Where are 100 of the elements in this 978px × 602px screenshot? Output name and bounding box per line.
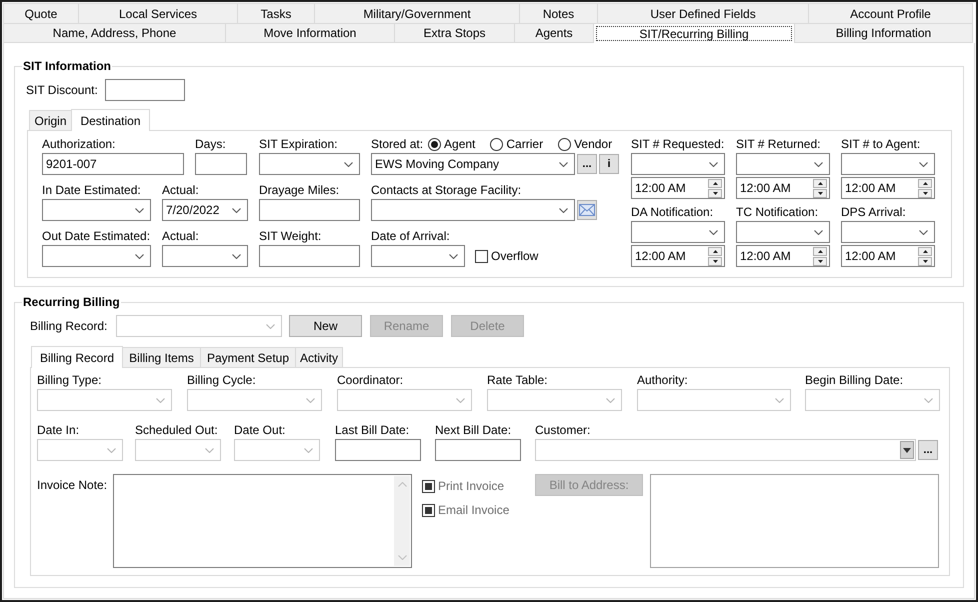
text-field[interactable]: [435, 439, 521, 461]
spin-down-button[interactable]: [813, 188, 827, 198]
tab[interactable]: Activity: [295, 347, 343, 367]
time-field[interactable]: 12:00 AM: [631, 245, 725, 267]
radio-option[interactable]: Agent: [428, 137, 476, 152]
spin-down-button[interactable]: [708, 188, 722, 198]
dropdown[interactable]: EWS Moving Company: [371, 153, 575, 175]
tab[interactable]: Notes: [520, 3, 598, 23]
tab[interactable]: Origin: [29, 110, 72, 130]
more-button[interactable]: ...: [577, 154, 597, 174]
tab[interactable]: Quote: [3, 3, 79, 23]
triangle-down-icon: [712, 192, 718, 194]
time-field[interactable]: 12:00 AM: [736, 245, 830, 267]
chevron-down-icon: [266, 324, 275, 328]
triangle-up-icon: [922, 182, 928, 184]
time-field[interactable]: 12:00 AM: [841, 177, 935, 199]
radio-option[interactable]: Carrier: [490, 137, 544, 152]
tab[interactable]: Local Services: [79, 3, 238, 23]
tab[interactable]: Move Information: [226, 23, 395, 43]
field-label: DPS Arrival:: [841, 205, 907, 220]
dropdown[interactable]: 7/20/2022: [162, 199, 248, 221]
field-label: Billing Type:: [37, 373, 102, 388]
envelope-icon: [579, 204, 595, 216]
field-label: Stored at:: [371, 137, 424, 152]
spin-up-button[interactable]: [813, 178, 827, 188]
spin-up-button[interactable]: [918, 178, 932, 188]
tab[interactable]: Tasks: [238, 3, 315, 23]
triangle-up-icon: [922, 250, 928, 252]
tab[interactable]: Destination: [71, 109, 150, 131]
chevron-down-icon: [814, 162, 823, 166]
chevron-down-icon: [559, 208, 568, 212]
dropdown[interactable]: [631, 153, 725, 175]
field-label: Actual:: [162, 183, 200, 198]
chevron-up-icon: [398, 482, 406, 487]
time-field[interactable]: 12:00 AM: [631, 177, 725, 199]
spin-up-button[interactable]: [708, 246, 722, 256]
tab[interactable]: Military/Government: [315, 3, 520, 23]
field-label: Date In:: [37, 423, 80, 438]
tab[interactable]: Extra Stops: [395, 23, 515, 43]
time-field[interactable]: 12:00 AM: [841, 245, 935, 267]
field-label: Billing Record:: [30, 318, 108, 335]
chevron-down-icon: [344, 162, 353, 166]
tab[interactable]: Agents: [515, 23, 594, 43]
chevron-down-icon: [306, 398, 315, 402]
tab[interactable]: Billing Information: [795, 23, 973, 43]
spin-down-button[interactable]: [918, 256, 932, 266]
button[interactable]: New: [289, 315, 362, 337]
spin-up-button[interactable]: [918, 246, 932, 256]
text-field[interactable]: [259, 199, 360, 221]
spin-up-button[interactable]: [708, 178, 722, 188]
dropdown[interactable]: [841, 221, 935, 243]
dropdown[interactable]: [371, 199, 575, 221]
dropdown[interactable]: [841, 153, 935, 175]
triangle-down-icon: [922, 260, 928, 262]
radio-option[interactable]: Vendor: [558, 137, 612, 152]
field-label: Authority:: [637, 373, 689, 388]
spin-up-button[interactable]: [813, 246, 827, 256]
group-title: Recurring Billing: [22, 295, 121, 309]
dropdown[interactable]: [736, 221, 830, 243]
tab[interactable]: User Defined Fields: [598, 3, 809, 23]
text-field[interactable]: [105, 79, 185, 101]
chevron-down-icon: [398, 555, 406, 560]
dropdown[interactable]: [259, 153, 360, 175]
chevron-down-icon: [107, 448, 116, 452]
text-field[interactable]: [335, 439, 421, 461]
chevron-down-icon: [924, 398, 933, 402]
text-area[interactable]: [113, 474, 412, 568]
text-field[interactable]: 9201-007: [42, 153, 184, 175]
triangle-up-icon: [712, 250, 718, 252]
tab[interactable]: Name, Address, Phone: [3, 23, 226, 43]
tab[interactable]: SIT/Recurring Billing: [594, 23, 795, 43]
spin-down-button[interactable]: [708, 256, 722, 266]
tab[interactable]: Billing Items: [122, 347, 201, 367]
chevron-down-icon: [919, 230, 928, 234]
dropdown[interactable]: [42, 245, 151, 267]
dropdown[interactable]: [371, 245, 465, 267]
field-label: SIT Expiration:: [259, 137, 338, 152]
dropdown[interactable]: [736, 153, 830, 175]
text-area[interactable]: [650, 474, 939, 568]
tab[interactable]: Payment Setup: [200, 347, 296, 367]
tab[interactable]: Billing Record: [31, 346, 123, 368]
text-field[interactable]: [259, 245, 360, 267]
spin-down-button[interactable]: [813, 256, 827, 266]
dropdown[interactable]: [42, 199, 151, 221]
email-button[interactable]: [577, 200, 597, 220]
field-label: Date of Arrival:: [371, 229, 451, 244]
dropdown[interactable]: [631, 221, 725, 243]
text-field[interactable]: [195, 153, 247, 175]
more-button[interactable]: ...: [918, 440, 938, 460]
triangle-down-icon: [818, 260, 822, 262]
field-label: Days:: [195, 137, 227, 152]
info-button[interactable]: i: [599, 154, 619, 174]
checkbox[interactable]: Overflow: [475, 248, 538, 264]
chevron-down-icon: [775, 398, 784, 402]
dropdown[interactable]: [162, 245, 248, 267]
tab[interactable]: Account Profile: [809, 3, 973, 23]
field-label: Out Date Estimated:: [42, 229, 152, 244]
spin-down-button[interactable]: [918, 188, 932, 198]
time-field[interactable]: 12:00 AM: [736, 177, 830, 199]
field-label: DA Notification:: [631, 205, 714, 220]
